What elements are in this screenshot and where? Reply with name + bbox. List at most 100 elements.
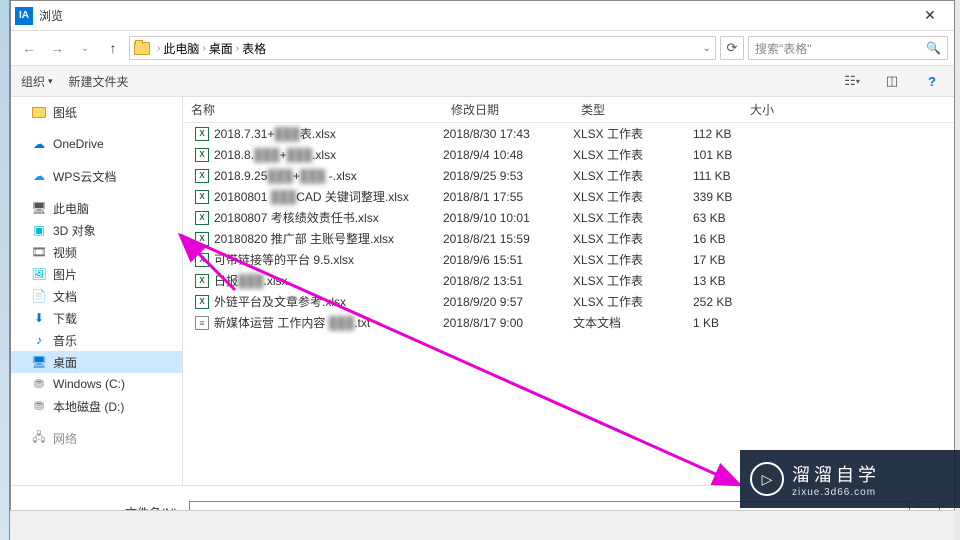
file-row[interactable]: X20180820 推广部 主账号整理.xlsx2018/8/21 15:59X… — [183, 228, 954, 249]
file-name: 20180820 推广部 主账号整理.xlsx — [214, 230, 394, 247]
file-row[interactable]: X可带链接等的平台 9.5.xlsx2018/9/6 15:51XLSX 工作表… — [183, 249, 954, 270]
app-background-strip — [0, 0, 10, 540]
sidebar-item-pictures[interactable]: 🖼图片 — [11, 263, 182, 285]
file-size: 339 KB — [693, 190, 783, 204]
file-size: 13 KB — [693, 274, 783, 288]
nav-row: ← → ⌄ ↑ › 此电脑 › 桌面 › 表格 ⌄ ⟳ 搜索"表格" 🔍 — [11, 31, 954, 65]
col-name[interactable]: 名称 — [183, 97, 443, 122]
file-rows: X2018.7.31+███表.xlsx2018/8/30 17:43XLSX … — [183, 123, 954, 485]
search-placeholder: 搜索"表格" — [755, 40, 812, 57]
sidebar-item-documents[interactable]: 📄文档 — [11, 285, 182, 307]
new-folder-button[interactable]: 新建文件夹 — [69, 73, 129, 90]
file-date: 2018/9/10 10:01 — [443, 211, 573, 225]
video-icon: 🎞 — [31, 244, 47, 260]
file-date: 2018/8/2 13:51 — [443, 274, 573, 288]
sidebar-item-paper[interactable]: 图纸 — [11, 101, 182, 123]
col-type[interactable]: 类型 — [573, 97, 693, 122]
up-button[interactable]: ↑ — [101, 36, 125, 60]
col-date[interactable]: 修改日期 — [443, 97, 573, 122]
sidebar-item-wps[interactable]: ☁WPS云文档 — [11, 165, 182, 187]
file-date: 2018/9/25 9:53 — [443, 169, 573, 183]
crumb-thispc[interactable]: 此电脑 — [163, 40, 199, 57]
sidebar-item-network[interactable]: 🖧网络 — [11, 427, 182, 449]
search-input[interactable]: 搜索"表格" 🔍 — [748, 36, 948, 60]
file-size: 252 KB — [693, 295, 783, 309]
back-button[interactable]: ← — [17, 36, 41, 60]
refresh-button[interactable]: ⟳ — [720, 36, 744, 60]
pc-icon: 🖥 — [31, 200, 47, 216]
window-title: 浏览 — [39, 7, 910, 24]
file-type: XLSX 工作表 — [573, 125, 693, 142]
sidebar-item-music[interactable]: ♪音乐 — [11, 329, 182, 351]
file-name: 可带链接等的平台 9.5.xlsx — [214, 251, 354, 268]
file-size: 16 KB — [693, 232, 783, 246]
file-type: XLSX 工作表 — [573, 230, 693, 247]
address-bar[interactable]: › 此电脑 › 桌面 › 表格 ⌄ — [129, 36, 716, 60]
file-type: XLSX 工作表 — [573, 188, 693, 205]
crumb-current[interactable]: 表格 — [242, 40, 266, 57]
file-name: 2018.7.31+███表.xlsx — [214, 125, 336, 142]
file-row[interactable]: X 日报███.xlsx 2018/8/2 13:51XLSX 工作表13 KB — [183, 270, 954, 291]
file-name: 外链平台及文章参考.xlsx — [214, 293, 346, 310]
column-headers: 名称 修改日期 类型 大小 — [183, 97, 954, 123]
file-name: 新媒体运营 工作内容 ███.txt — [214, 314, 370, 331]
sidebar-item-3d[interactable]: ▣3D 对象 — [11, 219, 182, 241]
music-icon: ♪ — [31, 332, 47, 348]
file-row[interactable]: X外链平台及文章参考.xlsx2018/9/20 9:57XLSX 工作表252… — [183, 291, 954, 312]
file-date: 2018/8/17 9:00 — [443, 316, 573, 330]
file-date: 2018/8/1 17:55 — [443, 190, 573, 204]
xlsx-icon: X — [195, 148, 209, 162]
preview-pane-button[interactable]: ◫ — [880, 70, 904, 92]
cloud-icon: ☁ — [31, 136, 47, 152]
close-button[interactable]: ✕ — [910, 2, 950, 30]
forward-button[interactable]: → — [45, 36, 69, 60]
body: 图纸 ☁OneDrive ☁WPS云文档 🖥此电脑 ▣3D 对象 🎞视频 🖼图片… — [11, 97, 954, 485]
picture-icon: 🖼 — [31, 266, 47, 282]
file-type: XLSX 工作表 — [573, 209, 693, 226]
file-row[interactable]: ≡新媒体运营 工作内容 ███.txt2018/8/17 9:00文本文档1 K… — [183, 312, 954, 333]
sidebar: 图纸 ☁OneDrive ☁WPS云文档 🖥此电脑 ▣3D 对象 🎞视频 🖼图片… — [11, 97, 183, 485]
help-button[interactable]: ? — [920, 70, 944, 92]
file-row[interactable]: X20180807 考核绩效责任书.xlsx2018/9/10 10:01XLS… — [183, 207, 954, 228]
file-type: XLSX 工作表 — [573, 293, 693, 310]
file-row[interactable]: X 2018.7.31+███表.xlsx 2018/8/30 17:43XLSX … — [183, 123, 954, 144]
cloud-icon: ☁ — [31, 168, 47, 184]
sidebar-item-video[interactable]: 🎞视频 — [11, 241, 182, 263]
separator-icon: › — [236, 43, 239, 54]
xlsx-icon: X — [195, 211, 209, 225]
txt-icon: ≡ — [195, 316, 209, 330]
address-dropdown-icon[interactable]: ⌄ — [703, 43, 711, 54]
document-icon: 📄 — [31, 288, 47, 304]
file-date: 2018/8/30 17:43 — [443, 127, 573, 141]
file-size: 111 KB — [693, 169, 783, 183]
app-icon: IA — [15, 7, 33, 25]
file-row[interactable]: X2018.8.███+███.xlsx2018/9/4 10:48XLSX 工… — [183, 144, 954, 165]
view-options-button[interactable]: ☷▾ — [840, 70, 864, 92]
crumb-desktop[interactable]: 桌面 — [209, 40, 233, 57]
sidebar-item-thispc[interactable]: 🖥此电脑 — [11, 197, 182, 219]
xlsx-icon: X — [195, 295, 209, 309]
file-row[interactable]: X20180801 ███CAD 关键词整理.xlsx2018/8/1 17:5… — [183, 186, 954, 207]
sidebar-item-drive-d[interactable]: ⛃本地磁盘 (D:) — [11, 395, 182, 417]
file-list: 名称 修改日期 类型 大小 X 2018.7.31+███表.xlsx 2018/8… — [183, 97, 954, 485]
file-name: 2018.9.25███+███ -.xlsx — [214, 169, 357, 183]
sidebar-item-downloads[interactable]: ⬇下载 — [11, 307, 182, 329]
xlsx-icon: X — [195, 274, 209, 288]
xlsx-icon: X — [195, 127, 209, 141]
file-row[interactable]: X2018.9.25███+███ -.xlsx2018/9/25 9:53XL… — [183, 165, 954, 186]
file-size: 1 KB — [693, 316, 783, 330]
file-type: XLSX 工作表 — [573, 272, 693, 289]
file-name: 日报███.xlsx — [214, 272, 288, 289]
organize-button[interactable]: 组织▾ — [21, 73, 53, 90]
sidebar-item-drive-c[interactable]: ⛃Windows (C:) — [11, 373, 182, 395]
separator-icon: › — [157, 43, 160, 54]
file-name: 20180801 ███CAD 关键词整理.xlsx — [214, 188, 409, 205]
xlsx-icon: X — [195, 232, 209, 246]
col-size[interactable]: 大小 — [693, 97, 783, 122]
sidebar-item-desktop[interactable]: 🖥桌面 — [11, 351, 182, 373]
file-type: XLSX 工作表 — [573, 146, 693, 163]
sidebar-item-onedrive[interactable]: ☁OneDrive — [11, 133, 182, 155]
play-icon: ▷ — [750, 462, 784, 496]
watermark: ▷ 溜溜自学 zixue.3d66.com — [740, 450, 960, 508]
recent-dropdown[interactable]: ⌄ — [73, 36, 97, 60]
